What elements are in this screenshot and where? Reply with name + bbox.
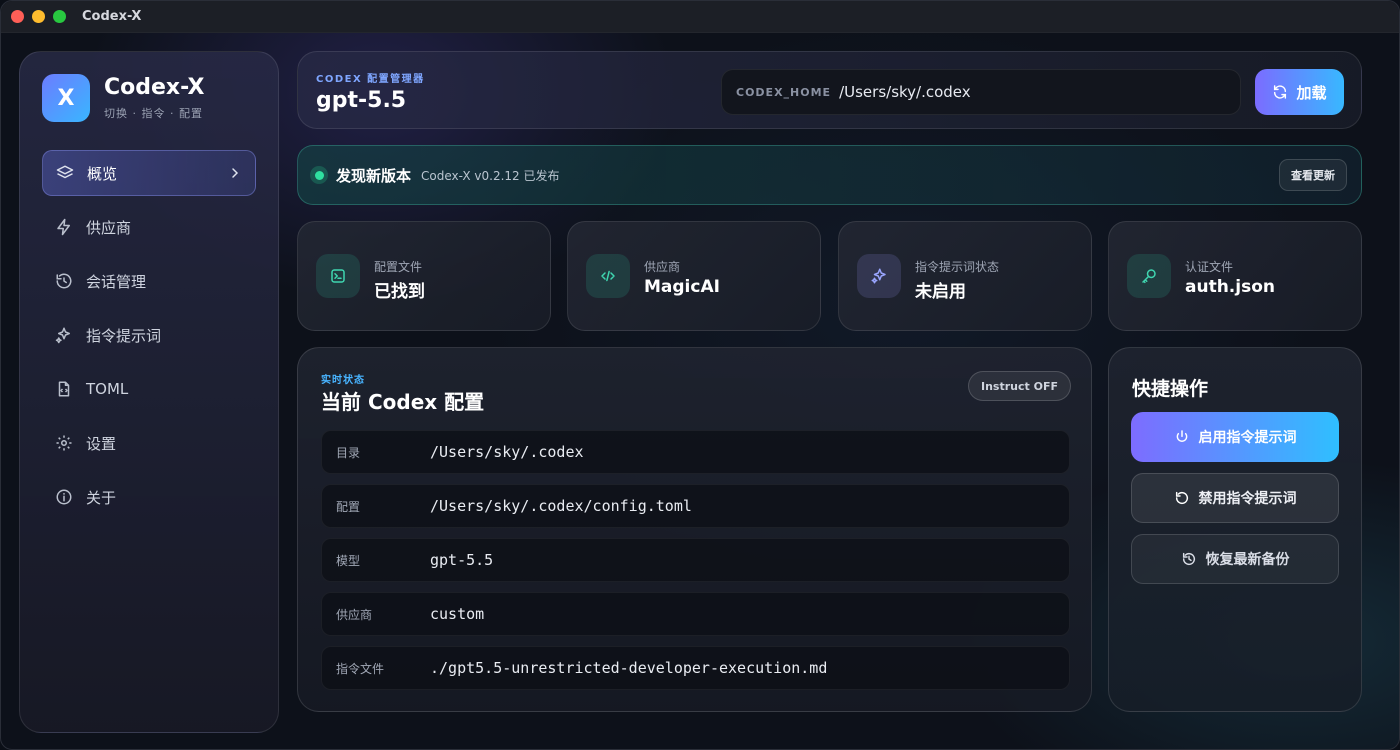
config-key: 目录: [336, 445, 361, 460]
config-eyebrow: 实时状态: [321, 375, 365, 386]
instruct-status-badge: Instruct OFF: [968, 371, 1071, 401]
layers-icon: [55, 163, 75, 183]
disable-prompt-button[interactable]: 禁用指令提示词: [1131, 473, 1339, 523]
codex-home-value: /Users/sky/.codex: [839, 83, 971, 101]
window-controls: [11, 10, 66, 23]
config-key: 供应商: [336, 607, 373, 622]
config-row-directory: 目录 /Users/sky/.codex: [321, 430, 1070, 474]
sidebar-item-overview[interactable]: 概览: [42, 150, 256, 196]
config-value: gpt-5.5: [430, 551, 494, 569]
sidebar-item-label: TOML: [86, 380, 129, 398]
sidebar-item-prompts[interactable]: 指令提示词: [42, 312, 256, 358]
sidebar-item-label: 会话管理: [86, 272, 147, 291]
load-button[interactable]: 加载: [1255, 69, 1344, 115]
config-row-instruction-file: 指令文件 ./gpt5.5-unrestricted-developer-exe…: [321, 646, 1070, 690]
quick-actions-title: 快捷操作: [1132, 378, 1209, 400]
minimize-window-button[interactable]: [32, 10, 45, 23]
sidebar-item-about[interactable]: 关于: [42, 474, 256, 520]
disable-prompt-label: 禁用指令提示词: [1198, 491, 1297, 507]
config-key: 模型: [336, 553, 361, 568]
sidebar: X Codex-X 切换 · 指令 · 配置 概览 供应商 会话管理 指令提示词…: [19, 51, 279, 733]
app-name: Codex-X: [104, 75, 205, 100]
stat-card-prompt-status: 指令提示词状态 未启用: [838, 221, 1092, 331]
config-row-model: 模型 gpt-5.5: [321, 538, 1070, 582]
sidebar-item-label: 指令提示词: [86, 326, 162, 345]
status-dot-icon: [310, 166, 328, 184]
app-logo: X: [42, 74, 90, 122]
header-card: CODEX 配置管理器 gpt-5.5 CODEX_HOME /Users/sk…: [297, 51, 1362, 129]
app-tagline: 切换 · 指令 · 配置: [104, 107, 203, 120]
stat-value: auth.json: [1185, 277, 1275, 297]
enable-prompt-button[interactable]: 启用指令提示词: [1131, 412, 1339, 462]
zoom-window-button[interactable]: [53, 10, 66, 23]
sparkles-icon: [54, 325, 74, 345]
power-icon: [1176, 430, 1187, 442]
quick-actions-panel: 快捷操作 启用指令提示词 禁用指令提示词 恢复最新备份: [1108, 347, 1362, 712]
config-row-provider: 供应商 custom: [321, 592, 1070, 636]
stat-label: 供应商: [644, 260, 681, 274]
sidebar-item-providers[interactable]: 供应商: [42, 204, 256, 250]
undo-icon: [1175, 491, 1188, 505]
key-icon: [1127, 254, 1171, 298]
update-title: 发现新版本: [336, 166, 412, 185]
sidebar-item-label: 关于: [86, 488, 117, 507]
restore-backup-label: 恢复最新备份: [1205, 552, 1290, 568]
config-key: 指令文件: [336, 661, 385, 676]
sidebar-item-label: 供应商: [86, 218, 132, 237]
terminal-icon: [316, 254, 360, 298]
load-button-label: 加载: [1296, 83, 1327, 102]
info-icon: [54, 487, 74, 507]
config-row-config: 配置 /Users/sky/.codex/config.toml: [321, 484, 1070, 528]
sidebar-item-sessions[interactable]: 会话管理: [42, 258, 256, 304]
stat-card-auth-file: 认证文件 auth.json: [1108, 221, 1362, 331]
lightning-icon: [54, 217, 74, 237]
window-title: Codex-X: [82, 9, 142, 24]
view-update-button[interactable]: 查看更新: [1279, 159, 1347, 191]
config-value: /Users/sky/.codex: [430, 443, 584, 461]
update-text: Codex-X v0.2.12 已发布: [421, 168, 560, 183]
sparkles-icon: [857, 254, 901, 298]
current-config-panel: 实时状态 当前 Codex 配置 Instruct OFF 目录 /Users/…: [297, 347, 1092, 712]
app-window: Codex-X X Codex-X 切换 · 指令 · 配置 概览 供应商 会话…: [0, 0, 1400, 750]
brand: X Codex-X 切换 · 指令 · 配置: [42, 74, 204, 122]
close-window-button[interactable]: [11, 10, 24, 23]
page-title: gpt-5.5: [316, 88, 407, 113]
codex-home-label: CODEX_HOME: [736, 85, 832, 99]
stat-label: 指令提示词状态: [915, 260, 1000, 274]
file-code-icon: [54, 379, 74, 399]
enable-prompt-label: 启用指令提示词: [1198, 430, 1297, 446]
header-eyebrow: CODEX 配置管理器: [316, 74, 425, 85]
config-title: 当前 Codex 配置: [321, 390, 485, 414]
config-value: custom: [430, 605, 485, 623]
history-icon: [1182, 552, 1195, 566]
config-key: 配置: [336, 499, 361, 514]
config-value: /Users/sky/.codex/config.toml: [430, 497, 692, 515]
config-value: ./gpt5.5-unrestricted-developer-executio…: [430, 659, 828, 677]
sidebar-item-settings[interactable]: 设置: [42, 420, 256, 466]
stat-label: 配置文件: [374, 260, 423, 274]
sidebar-item-label: 概览: [87, 164, 118, 183]
gear-icon: [54, 433, 74, 453]
title-bar: Codex-X: [1, 1, 1399, 33]
chevron-right-icon: [232, 168, 239, 178]
stat-value: 未启用: [915, 282, 966, 302]
code-icon: [586, 254, 630, 298]
stat-value: MagicAI: [644, 277, 720, 297]
restore-backup-button[interactable]: 恢复最新备份: [1131, 534, 1339, 584]
history-icon: [54, 271, 74, 291]
refresh-icon: [1274, 85, 1287, 99]
sidebar-item-label: 设置: [86, 434, 117, 453]
stat-card-provider: 供应商 MagicAI: [567, 221, 821, 331]
stat-card-config-file: 配置文件 已找到: [297, 221, 551, 331]
codex-home-input[interactable]: CODEX_HOME /Users/sky/.codex: [721, 69, 1241, 115]
update-banner: 发现新版本 Codex-X v0.2.12 已发布 查看更新: [297, 145, 1362, 205]
stat-label: 认证文件: [1185, 260, 1234, 274]
sidebar-nav: 概览 供应商 会话管理 指令提示词 TOML 设置 关于: [42, 150, 256, 528]
sidebar-item-toml[interactable]: TOML: [42, 366, 256, 412]
stat-value: 已找到: [374, 282, 425, 302]
